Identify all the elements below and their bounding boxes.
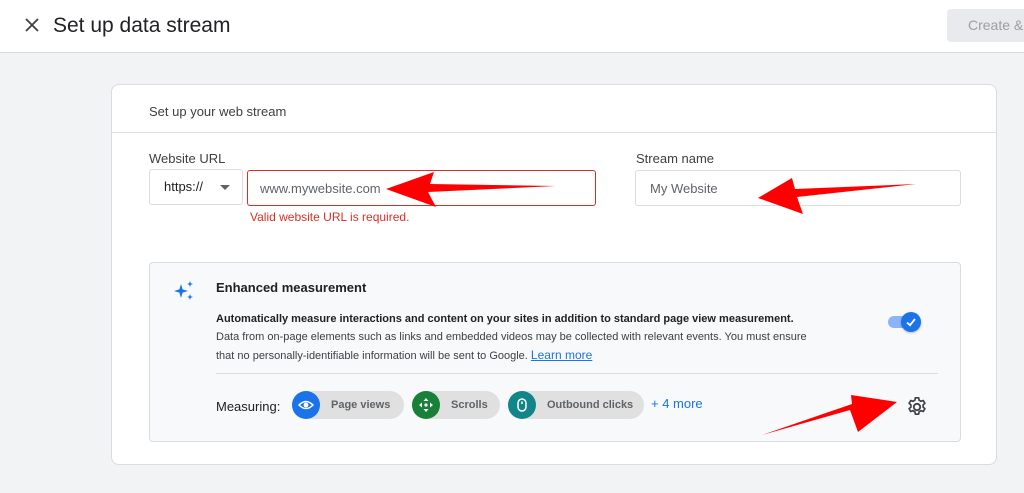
close-button[interactable] bbox=[20, 13, 44, 37]
chip-label: Page views bbox=[331, 399, 391, 411]
close-icon bbox=[25, 18, 39, 32]
caret-down-icon bbox=[220, 185, 230, 190]
card-header: Set up your web stream bbox=[112, 85, 996, 133]
stream-name-input[interactable] bbox=[635, 170, 961, 206]
card-title: Set up your web stream bbox=[149, 104, 287, 119]
enhanced-measurement-title: Enhanced measurement bbox=[216, 280, 367, 295]
stream-name-label: Stream name bbox=[636, 151, 715, 166]
enhanced-measurement-panel: Enhanced measurement Automatically measu… bbox=[149, 262, 961, 442]
move-arrows-icon bbox=[412, 391, 440, 419]
divider bbox=[216, 373, 938, 374]
chip-scrolls: Scrolls bbox=[412, 391, 500, 419]
protocol-value: https:// bbox=[164, 179, 204, 194]
description-normal: Data from on-page elements such as links… bbox=[216, 331, 807, 362]
website-url-label: Website URL bbox=[149, 151, 226, 166]
chip-label: Outbound clicks bbox=[547, 399, 634, 411]
create-stream-button[interactable]: Create & bbox=[947, 9, 1024, 42]
toggle-thumb bbox=[901, 312, 921, 332]
sparkle-icon bbox=[174, 281, 193, 300]
more-measurements-link[interactable]: + 4 more bbox=[651, 396, 703, 411]
top-bar: Set up data stream Create & bbox=[0, 0, 1024, 53]
check-icon bbox=[906, 318, 916, 327]
learn-more-link[interactable]: Learn more bbox=[531, 348, 592, 362]
web-stream-card: Set up your web stream Website URL https… bbox=[111, 84, 997, 465]
enhanced-measurement-description: Automatically measure interactions and c… bbox=[216, 310, 816, 365]
chip-page-views: Page views bbox=[292, 391, 404, 419]
website-url-input[interactable] bbox=[247, 170, 596, 206]
eye-icon bbox=[292, 391, 320, 419]
url-error-message: Valid website URL is required. bbox=[250, 210, 410, 224]
mouse-icon bbox=[508, 391, 536, 419]
enhanced-measurement-toggle[interactable] bbox=[888, 312, 922, 332]
gear-icon[interactable] bbox=[906, 396, 928, 418]
measuring-label: Measuring: bbox=[216, 399, 281, 414]
description-strong: Automatically measure interactions and c… bbox=[216, 313, 794, 325]
page-title: Set up data stream bbox=[53, 14, 231, 37]
protocol-select[interactable]: https:// bbox=[149, 169, 243, 205]
chip-outbound-clicks: Outbound clicks bbox=[508, 391, 644, 419]
chip-label: Scrolls bbox=[451, 399, 488, 411]
